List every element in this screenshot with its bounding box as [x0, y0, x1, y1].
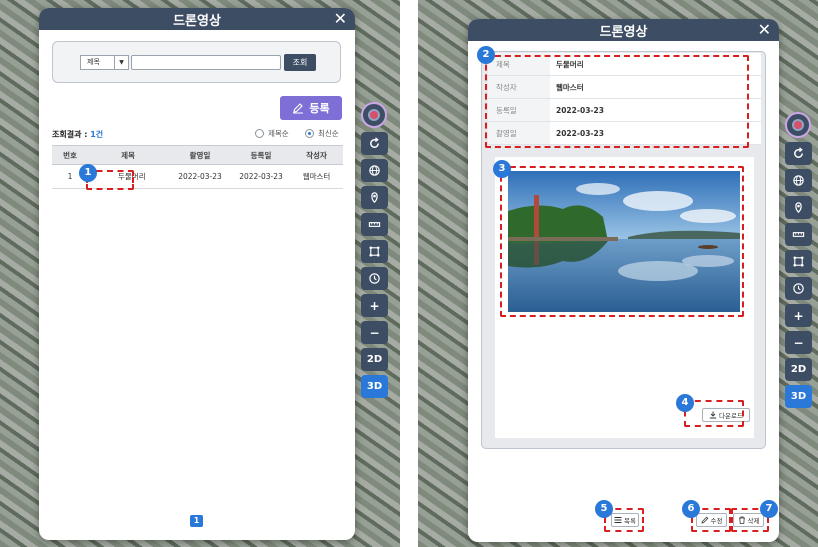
panel-title: 드론영상 — [599, 24, 648, 40]
sort-option-title[interactable]: 제목순 — [255, 128, 289, 139]
annotation-badge-5: 5 — [595, 500, 613, 518]
drone-video-list-panel: 드론영상 ✕ 제목 ▼ 조회 등록 조회결과 : 1건 제목순 최신순 번호 제… — [39, 8, 355, 540]
ruler-icon[interactable] — [361, 213, 388, 236]
ruler-icon[interactable] — [785, 223, 812, 246]
chevron-down-icon[interactable]: ▼ — [114, 56, 128, 69]
location-pin-icon[interactable] — [361, 186, 388, 209]
result-count: 조회결과 : 1건 — [52, 129, 103, 140]
zoom-out-button[interactable]: − — [785, 331, 812, 354]
annotation-badge-3: 3 — [493, 160, 511, 178]
zoom-in-button[interactable]: + — [785, 304, 812, 327]
col-author: 작성자 — [306, 150, 327, 160]
page-button[interactable]: 1 — [190, 515, 203, 527]
panel-header: 드론영상 ✕ — [468, 19, 779, 41]
annotation-badge-1: 1 — [79, 164, 97, 182]
clock-icon[interactable] — [361, 267, 388, 290]
view-3d-button[interactable]: 3D — [785, 385, 812, 408]
location-pin-icon[interactable] — [785, 196, 812, 219]
search-button[interactable]: 조회 — [284, 54, 316, 71]
annotation-box-3 — [500, 166, 744, 317]
search-type-select[interactable]: 제목 ▼ — [80, 55, 129, 70]
panel-title: 드론영상 — [173, 13, 221, 29]
zoom-out-button[interactable]: − — [361, 321, 388, 344]
row-author: 웹마스터 — [302, 172, 331, 181]
row-shot-date: 2022-03-23 — [178, 172, 222, 181]
panel-header: 드론영상 ✕ — [39, 8, 355, 30]
sort-option-recent[interactable]: 최신순 — [305, 128, 339, 139]
table-header: 번호 제목 촬영일 등록일 작성자 — [52, 145, 343, 165]
radio-title-sort[interactable] — [255, 129, 264, 138]
search-input[interactable] — [131, 55, 281, 70]
sort-recent-label: 최신순 — [318, 129, 339, 138]
search-type-value: 제목 — [87, 58, 100, 66]
register-label: 등록 — [309, 102, 330, 115]
row-reg-date: 2022-03-23 — [239, 172, 283, 181]
result-label: 조회결과 : — [52, 130, 91, 139]
col-title: 제목 — [121, 150, 135, 160]
annotation-badge-6: 6 — [682, 500, 700, 518]
divider — [400, 0, 418, 547]
search-box: 제목 ▼ 조회 — [52, 41, 341, 83]
map-toolbar-left: + − 2D 3D — [361, 102, 388, 398]
result-count-value: 1건 — [90, 130, 104, 139]
annotation-badge-4: 4 — [676, 394, 694, 412]
refresh-icon[interactable] — [785, 142, 812, 165]
close-icon[interactable]: ✕ — [334, 9, 347, 28]
close-icon[interactable]: ✕ — [758, 20, 771, 39]
register-button[interactable]: 등록 — [280, 96, 342, 120]
annotation-badge-7: 7 — [760, 500, 778, 518]
refresh-icon[interactable] — [361, 132, 388, 155]
view-2d-button[interactable]: 2D — [785, 358, 812, 381]
clock-icon[interactable] — [785, 277, 812, 300]
globe-icon[interactable] — [361, 159, 388, 182]
sort-title-label: 제목순 — [268, 129, 289, 138]
compass-icon[interactable] — [361, 102, 387, 128]
globe-icon[interactable] — [785, 169, 812, 192]
area-measure-icon[interactable] — [361, 240, 388, 263]
annotation-badge-2: 2 — [477, 46, 495, 64]
col-reg-date: 등록일 — [250, 150, 272, 160]
map-toolbar-right: + − 2D 3D — [785, 112, 812, 408]
area-measure-icon[interactable] — [785, 250, 812, 273]
view-2d-button[interactable]: 2D — [361, 348, 388, 371]
compass-icon[interactable] — [785, 112, 811, 138]
col-shot-date: 촬영일 — [189, 150, 211, 160]
zoom-in-button[interactable]: + — [361, 294, 388, 317]
annotation-box-2 — [485, 55, 749, 148]
view-3d-button[interactable]: 3D — [361, 375, 388, 398]
radio-recent-sort[interactable] — [305, 129, 314, 138]
col-number: 번호 — [63, 150, 77, 160]
pencil-icon — [293, 103, 304, 114]
